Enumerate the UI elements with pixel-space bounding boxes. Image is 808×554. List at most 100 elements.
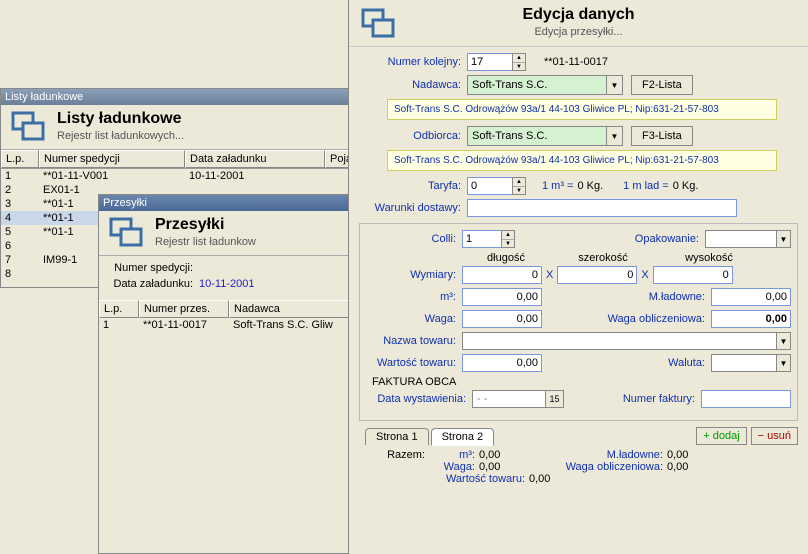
text-numer-full: **01-11-0017 xyxy=(544,56,608,68)
subtitle-przesylki: Rejestr list ładunkow xyxy=(155,236,256,248)
label-mladowne: M.ładowne: xyxy=(607,291,711,303)
overlap-icon xyxy=(9,109,49,143)
select-nadawca[interactable]: Soft-Trans S.C. ▼ xyxy=(467,75,623,95)
title-listy: Listy ładunkowe xyxy=(57,110,184,128)
input-warunki[interactable] xyxy=(467,199,737,217)
select-opakowanie[interactable]: ▼ xyxy=(705,230,791,248)
value-data-zaladunku: 10-11-2001 xyxy=(199,278,254,294)
total-wagaobl-val: 0,00 xyxy=(667,461,715,473)
tab-strona-2[interactable]: Strona 2 xyxy=(431,428,495,446)
label-data-wyst: Data wystawienia: xyxy=(366,393,472,405)
total-m3-label: m³: xyxy=(429,449,479,461)
total-waga-val: 0,00 xyxy=(479,461,527,473)
datepicker-data-wyst[interactable]: - - 15 xyxy=(472,390,564,408)
input-waga[interactable] xyxy=(462,310,542,328)
input-wartosc-towaru[interactable] xyxy=(462,354,542,372)
input-m3[interactable] xyxy=(462,288,542,306)
subtitle-listy: Rejestr list ładunkowych... xyxy=(57,130,184,142)
input-waga-obl[interactable] xyxy=(711,310,791,328)
label-waga-obl: Waga obliczeniowa: xyxy=(587,313,711,325)
total-mlad-label: M.ładowne: xyxy=(527,449,667,461)
label-wartosc-towaru: Wartość towaru: xyxy=(366,357,462,369)
spinner-taryfa[interactable]: ▲▼ xyxy=(512,177,526,195)
input-colli[interactable] xyxy=(462,230,502,248)
label-numer-spedycji: Numer spedycji: xyxy=(109,262,199,278)
select-odbiorca[interactable]: Soft-Trans S.C. ▼ xyxy=(467,126,623,146)
chevron-down-icon[interactable]: ▼ xyxy=(606,76,622,94)
label-warunki: Warunki dostawy: xyxy=(359,202,467,214)
input-taryfa[interactable] xyxy=(467,177,513,195)
select-odbiorca-value: Soft-Trans S.C. xyxy=(468,130,606,142)
total-m3-val: 0,00 xyxy=(479,449,527,461)
datepicker-value: - - xyxy=(473,393,545,405)
select-nazwa-towaru[interactable]: ▼ xyxy=(462,332,791,350)
label-odbiorca: Odbiorca: xyxy=(359,130,467,142)
label-colli: Colli: xyxy=(366,233,462,245)
total-mlad-val: 0,00 xyxy=(667,449,715,461)
overlap-icon xyxy=(107,215,147,249)
title-edycja: Edycja danych xyxy=(522,6,634,24)
spinner-numer-kolejny[interactable]: ▲▼ xyxy=(512,53,526,71)
group-details: Colli: ▲▼ Opakowanie: ▼ długość szerokoś… xyxy=(359,223,798,421)
input-numer-faktury[interactable] xyxy=(701,390,791,408)
label-waga: Waga: xyxy=(366,313,462,325)
overlap-icon xyxy=(359,6,399,40)
header-edycja: Edycja danych Edycja przesyłki... xyxy=(349,0,808,47)
button-f3-lista[interactable]: F3-Lista xyxy=(631,126,693,146)
addr-odbiorca: Soft-Trans S.C. Odrowążów 93a/1 44-103 G… xyxy=(387,150,777,171)
label-faktura-obca: FAKTURA OBCA xyxy=(372,376,791,388)
col-data-zaladunku[interactable]: Data załadunku xyxy=(185,150,325,168)
select-waluta[interactable]: ▼ xyxy=(711,354,791,372)
label-data-zaladunku: Data załadunku: xyxy=(109,278,199,294)
total-wagaobl-label: Waga obliczeniowa: xyxy=(527,461,667,473)
tab-strona-1[interactable]: Strona 1 xyxy=(365,428,429,445)
label-numer-faktury: Numer faktury: xyxy=(591,393,701,405)
totals: Razem: m³: 0,00 M.ładowne: 0,00 Waga: 0,… xyxy=(359,445,798,485)
button-usun[interactable]: − usuń xyxy=(751,427,798,445)
header-dlugosc: długość xyxy=(462,252,550,264)
input-wysokosc[interactable] xyxy=(653,266,733,284)
label-1mlad: 1 m lad = xyxy=(623,180,669,192)
input-mladowne[interactable] xyxy=(711,288,791,306)
select-nadawca-value: Soft-Trans S.C. xyxy=(468,79,606,91)
value-1mlad: 0 Kg. xyxy=(673,180,699,192)
col-numer-przes[interactable]: Numer przes. xyxy=(139,300,229,318)
label-opakowanie: Opakowanie: xyxy=(555,233,705,245)
label-razem: Razem: xyxy=(369,449,429,461)
chevron-down-icon[interactable]: ▼ xyxy=(776,333,790,349)
input-dlugosc[interactable] xyxy=(462,266,542,284)
value-1m3: 0 Kg. xyxy=(577,180,603,192)
col-numer-spedycji[interactable]: Numer spedycji xyxy=(39,150,185,168)
col-lp[interactable]: L.p. xyxy=(1,150,39,168)
button-dodaj[interactable]: + dodaj xyxy=(696,427,746,445)
x-sep: X xyxy=(637,269,652,281)
label-nadawca: Nadawca: xyxy=(359,79,467,91)
total-wart-label: Wartość towaru: xyxy=(429,473,529,485)
window-edycja-danych: Edycja danych Edycja przesyłki... Numer … xyxy=(348,0,808,554)
label-taryfa: Taryfa: xyxy=(359,180,467,192)
chevron-down-icon[interactable]: ▼ xyxy=(776,355,790,371)
x-sep: X xyxy=(542,269,557,281)
header-szerokosc: szerokość xyxy=(550,252,656,264)
header-wysokosc: wysokość xyxy=(656,252,762,264)
spinner-colli[interactable]: ▲▼ xyxy=(501,230,515,248)
chevron-down-icon[interactable]: ▼ xyxy=(606,127,622,145)
subtitle-edycja: Edycja przesyłki... xyxy=(522,26,634,38)
total-waga-label: Waga: xyxy=(429,461,479,473)
label-numer-kolejny: Numer kolejny: xyxy=(359,56,467,68)
label-nazwa-towaru: Nazwa towaru: xyxy=(366,335,462,347)
tabs-row: Strona 1 Strona 2 + dodaj − usuń xyxy=(365,427,798,445)
chevron-down-icon[interactable]: ▼ xyxy=(776,231,790,247)
label-waluta: Waluta: xyxy=(607,357,711,369)
total-wart-val: 0,00 xyxy=(529,473,577,485)
label-1m3: 1 m³ = xyxy=(542,180,573,192)
calendar-icon[interactable]: 15 xyxy=(545,391,563,407)
label-wymiary: Wymiary: xyxy=(366,269,462,281)
input-numer-kolejny[interactable] xyxy=(467,53,513,71)
title-przesylki: Przesyłki xyxy=(155,216,256,234)
input-szerokosc[interactable] xyxy=(557,266,637,284)
button-f2-lista[interactable]: F2-Lista xyxy=(631,75,693,95)
addr-nadawca: Soft-Trans S.C. Odrowążów 93a/1 44-103 G… xyxy=(387,99,777,120)
col-lp2[interactable]: L.p. xyxy=(99,300,139,318)
label-m3: m³: xyxy=(366,291,462,303)
